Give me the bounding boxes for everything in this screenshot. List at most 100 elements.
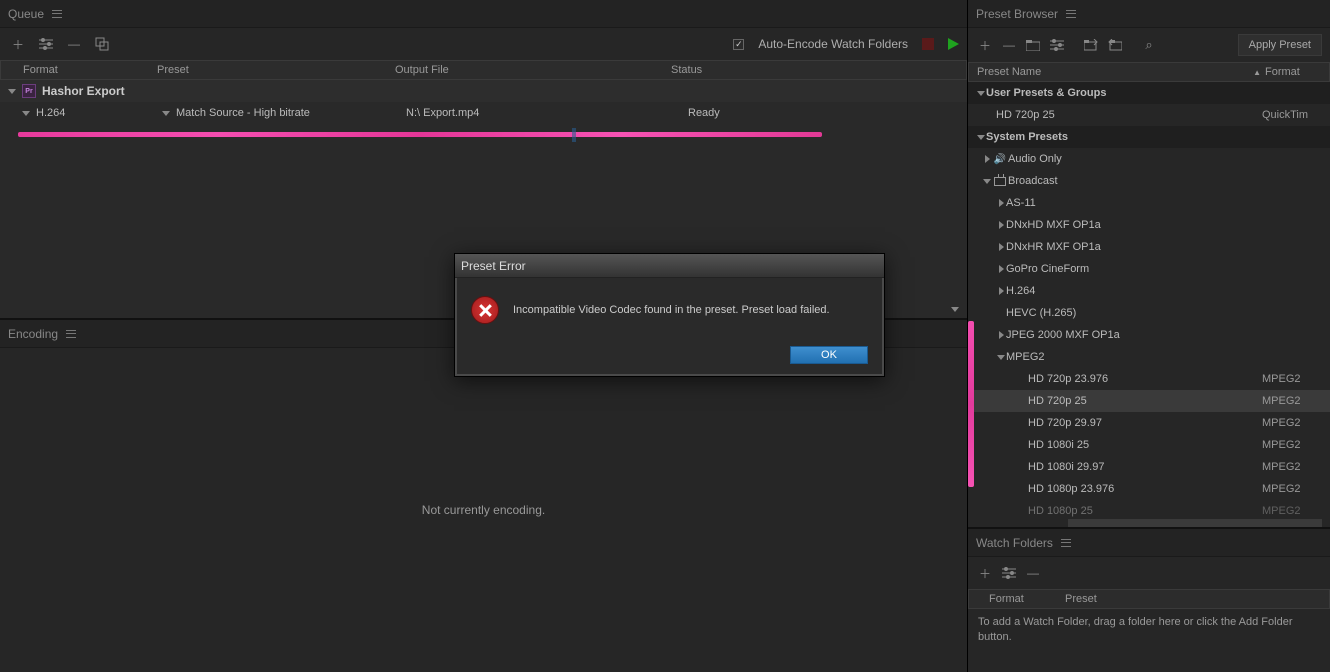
duplicate-icon[interactable] — [92, 34, 112, 54]
chevron-right-icon — [999, 265, 1004, 273]
col-format[interactable]: Format — [1, 64, 157, 76]
tv-icon — [992, 177, 1008, 186]
watch-folders-header: Watch Folders — [968, 529, 1330, 557]
error-dialog: Preset Error Incompatible Video Codec fo… — [454, 253, 885, 377]
delete-preset-icon[interactable]: — — [1000, 35, 1018, 55]
new-preset-icon[interactable]: ＋ — [976, 35, 994, 55]
auto-encode-checkbox[interactable]: ✓ — [733, 39, 744, 50]
export-preset-icon[interactable] — [1106, 35, 1124, 55]
subcategory[interactable]: H.264 — [968, 280, 1330, 302]
col-status[interactable]: Status — [671, 64, 966, 76]
watch-hint-text: To add a Watch Folder, drag a folder her… — [978, 616, 1292, 643]
ok-button[interactable]: OK — [790, 346, 868, 364]
preset-settings-icon[interactable] — [1048, 35, 1066, 55]
format-dropdown-icon[interactable] — [22, 111, 30, 116]
col-preset-name[interactable]: Preset Name — [969, 66, 1253, 78]
add-source-icon[interactable]: ＋ — [8, 34, 28, 54]
category-mpeg2[interactable]: MPEG2 — [968, 346, 1330, 368]
chevron-right-icon — [999, 287, 1004, 295]
settings-sliders-icon[interactable] — [36, 34, 56, 54]
row-status: Ready — [688, 107, 967, 119]
encoding-empty-text: Not currently encoding. — [422, 503, 545, 517]
subcategory[interactable]: AS-11 — [968, 192, 1330, 214]
auto-encode-label: Auto-Encode Watch Folders — [758, 37, 908, 51]
horizontal-scrollbar[interactable] — [1068, 519, 1322, 527]
col-preset-format[interactable]: Format — [1265, 66, 1329, 78]
add-watch-folder-icon[interactable]: ＋ — [976, 563, 994, 583]
watch-toolbar: ＋ — — [968, 557, 1330, 589]
chevron-down-icon — [983, 179, 991, 184]
row-format: H.264 — [36, 107, 65, 119]
chevron-right-icon — [999, 331, 1004, 339]
preset-browser-title: Preset Browser — [976, 7, 1058, 21]
preset-columns: Preset Name ▲ Format — [968, 62, 1330, 82]
queue-header: Queue — [0, 0, 967, 28]
preset-item[interactable]: HD 1080p 23.976MPEG2 — [968, 478, 1330, 500]
subcategory[interactable]: HEVC (H.265) — [968, 302, 1330, 324]
subcategory[interactable]: DNxHR MXF OP1a — [968, 236, 1330, 258]
search-icon[interactable]: ⌕ — [1140, 35, 1158, 55]
category-broadcast[interactable]: Broadcast — [968, 170, 1330, 192]
watch-columns: Format Preset — [968, 589, 1330, 609]
drop-indicator — [572, 128, 576, 142]
annotation-underline — [18, 132, 822, 137]
queue-toolbar: ＋ — ✓ Auto-Encode Watch Folders — [0, 28, 967, 60]
preset-item[interactable]: HD 720p 23.976MPEG2 — [968, 368, 1330, 390]
encoding-title: Encoding — [8, 327, 58, 341]
row-preset: Match Source - High bitrate — [176, 107, 310, 119]
dialog-title: Preset Error — [455, 254, 884, 278]
preset-item-selected[interactable]: HD 720p 25MPEG2 — [968, 390, 1330, 412]
queue-columns: Format Preset Output File Status — [0, 60, 967, 80]
col-preset[interactable]: Preset — [157, 64, 395, 76]
preset-toolbar: ＋ — ⌕ Apply Preset — [968, 28, 1330, 62]
premiere-project-icon: Pr — [22, 84, 36, 98]
watch-folders-title: Watch Folders — [976, 536, 1053, 550]
preset-browser-header: Preset Browser — [968, 0, 1330, 28]
chevron-right-icon — [985, 155, 990, 163]
watch-folders-panel: Watch Folders ＋ — Format Preset To add a… — [968, 527, 1330, 672]
stop-button[interactable] — [922, 38, 934, 50]
chevron-down-icon — [997, 355, 1005, 360]
preset-dropdown-icon[interactable] — [162, 111, 170, 116]
annotation-highlight — [968, 321, 974, 487]
preset-item[interactable]: HD 720p 29.97MPEG2 — [968, 412, 1330, 434]
queue-item-row[interactable]: H.264 Match Source - High bitrate N:\ Ex… — [0, 102, 967, 124]
start-queue-button[interactable] — [948, 38, 959, 50]
queue-menu-dropdown-icon[interactable] — [951, 307, 959, 312]
apply-preset-button[interactable]: Apply Preset — [1238, 34, 1322, 56]
preset-browser-panel: Preset Browser ＋ — ⌕ Apply Preset Preset… — [968, 0, 1330, 527]
watch-body[interactable]: To add a Watch Folder, drag a folder her… — [968, 609, 1330, 672]
preset-item[interactable]: HD 1080i 25MPEG2 — [968, 434, 1330, 456]
preset-item[interactable]: HD 720p 25 QuickTim — [968, 104, 1330, 126]
disclosure-triangle-icon[interactable] — [8, 89, 16, 94]
remove-watch-folder-icon[interactable]: — — [1024, 563, 1042, 583]
preset-item[interactable]: HD 1080i 29.97MPEG2 — [968, 456, 1330, 478]
sort-ascending-icon[interactable]: ▲ — [1253, 68, 1265, 77]
system-presets-section[interactable]: System Presets — [968, 126, 1330, 148]
import-preset-icon[interactable] — [1082, 35, 1100, 55]
subcategory[interactable]: JPEG 2000 MXF OP1a — [968, 324, 1330, 346]
chevron-down-icon — [977, 91, 985, 96]
col-output[interactable]: Output File — [395, 64, 671, 76]
chevron-right-icon — [999, 243, 1004, 251]
watch-settings-icon[interactable] — [1000, 563, 1018, 583]
queue-group[interactable]: Pr Hashor Export — [0, 80, 967, 102]
dialog-message: Incompatible Video Codec found in the pr… — [513, 304, 830, 316]
panel-menu-icon[interactable] — [1066, 10, 1076, 18]
subcategory[interactable]: DNxHD MXF OP1a — [968, 214, 1330, 236]
subcategory[interactable]: GoPro CineForm — [968, 258, 1330, 280]
queue-title: Queue — [8, 7, 44, 21]
new-group-icon[interactable] — [1024, 35, 1042, 55]
panel-menu-icon[interactable] — [1061, 539, 1071, 547]
panel-menu-icon[interactable] — [66, 330, 76, 338]
panel-menu-icon[interactable] — [52, 10, 62, 18]
preset-tree: User Presets & Groups HD 720p 25 QuickTi… — [968, 82, 1330, 527]
group-name: Hashor Export — [42, 84, 125, 98]
encoding-body: Not currently encoding. — [0, 348, 967, 672]
wf-col-format[interactable]: Format — [969, 593, 1065, 605]
wf-col-preset[interactable]: Preset — [1065, 593, 1329, 605]
category-audio-only[interactable]: Audio Only — [968, 148, 1330, 170]
chevron-right-icon — [999, 199, 1004, 207]
user-presets-section[interactable]: User Presets & Groups — [968, 82, 1330, 104]
remove-icon[interactable]: — — [64, 34, 84, 54]
